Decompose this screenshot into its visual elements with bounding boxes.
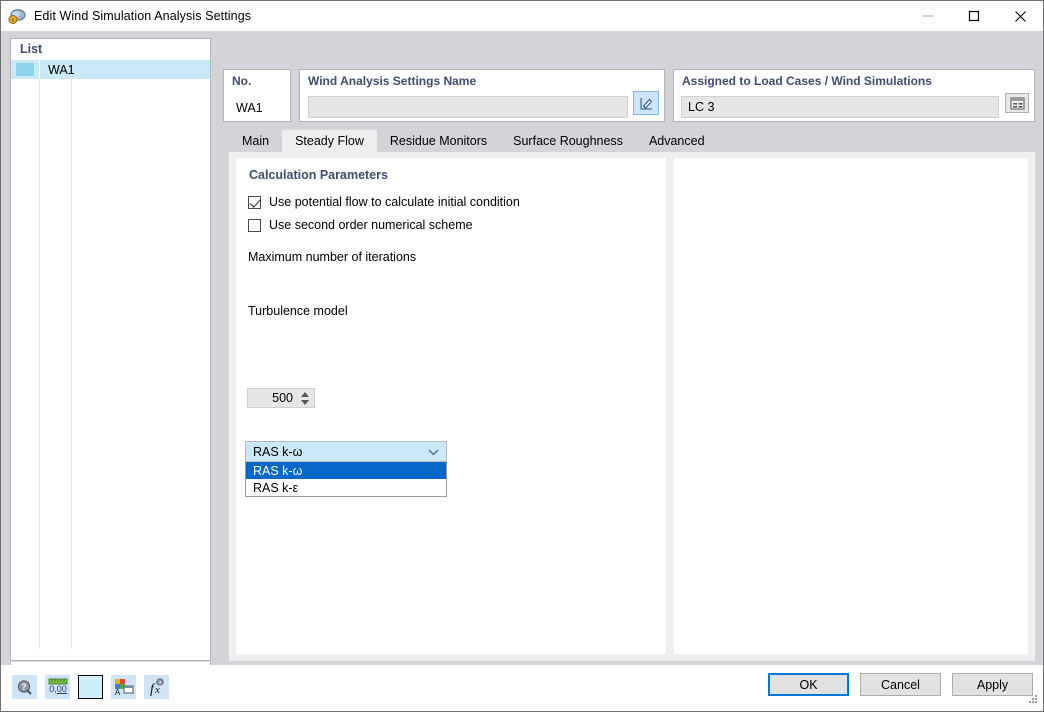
list-header: List [20, 42, 43, 56]
list-column-divider-1 [39, 79, 40, 649]
list-item[interactable]: WA1 [11, 60, 210, 79]
combo-option-ras-k-omega[interactable]: RAS k-ω [246, 462, 446, 479]
dialog-button-group: OK Cancel Apply [768, 673, 1033, 696]
calculation-parameters-pane: Calculation Parameters Use potential flo… [236, 158, 666, 654]
units-icon[interactable]: 0,00 [45, 675, 70, 699]
name-group: Wind Analysis Settings Name [299, 69, 665, 122]
checkbox-second-order[interactable]: Use second order numerical scheme [248, 218, 473, 232]
tab-strip: Main Steady Flow Residue Monitors Surfac… [229, 130, 1035, 152]
tab-page-steady-flow: Calculation Parameters Use potential flo… [229, 152, 1035, 661]
assigned-value[interactable]: LC 3 [681, 96, 999, 118]
formula-icon[interactable]: f x ? [144, 675, 169, 699]
tab-steady-flow[interactable]: Steady Flow [282, 130, 377, 152]
apply-button[interactable]: Apply [952, 673, 1033, 696]
checkbox-label: Use potential flow to calculate initial … [269, 195, 520, 209]
section-title: Calculation Parameters [249, 168, 388, 182]
checkbox-potential-flow[interactable]: Use potential flow to calculate initial … [248, 195, 520, 209]
cancel-button[interactable]: Cancel [860, 673, 941, 696]
color-swatch-icon [16, 63, 34, 76]
title-bar: 6 Edit Wind Simulation Analysis Settings [1, 1, 1043, 31]
window-controls [905, 1, 1043, 31]
table-select-icon[interactable] [1005, 93, 1029, 113]
svg-text:6: 6 [11, 18, 14, 24]
dialog-window: 6 Edit Wind Simulation Analysis Settings… [0, 0, 1044, 712]
checkbox-icon [248, 218, 261, 232]
svg-text:?: ? [159, 680, 162, 685]
tab-advanced[interactable]: Advanced [636, 130, 718, 152]
tab-main[interactable]: Main [229, 130, 282, 152]
list-rows: WA1 [11, 60, 210, 79]
turbulence-combo-head[interactable]: RAS k-ω [245, 441, 447, 462]
no-group: No. WA1 [223, 69, 291, 122]
svg-text:x: x [154, 684, 160, 696]
svg-text:A: A [114, 688, 120, 696]
svg-text:?: ? [22, 682, 27, 691]
iterations-label: Maximum number of iterations [248, 250, 417, 264]
bottom-bar: ? 0,00 A f x ? OK Cancel Apply [1, 665, 1043, 711]
tab-residue-monitors[interactable]: Residue Monitors [377, 130, 500, 152]
no-value: WA1 [229, 97, 287, 119]
list-panel: List WA1 [10, 38, 211, 661]
dialog-body: List WA1 No. WA1 Wind Analysis Settings … [1, 31, 1043, 711]
window-title: Edit Wind Simulation Analysis Settings [34, 9, 252, 23]
name-label: Wind Analysis Settings Name [308, 74, 477, 88]
pencil-edit-icon[interactable] [633, 91, 659, 115]
checkbox-icon [248, 195, 261, 209]
status-icon-group: ? 0,00 A f x ? [12, 675, 169, 699]
close-icon[interactable] [997, 1, 1043, 31]
spinner-arrows-icon[interactable] [298, 389, 314, 407]
color-swatch-icon[interactable] [78, 675, 103, 699]
wind-simulation-icon: 6 [8, 7, 26, 25]
assigned-group: Assigned to Load Cases / Wind Simulation… [673, 69, 1035, 122]
combo-option-ras-k-epsilon[interactable]: RAS k-ε [246, 479, 446, 496]
help-icon[interactable]: ? [12, 675, 37, 699]
turbulence-model-combo[interactable]: RAS k-ω RAS k-ω RAS k-ε [245, 441, 447, 497]
chevron-down-icon[interactable] [428, 445, 439, 459]
resize-grip-icon[interactable] [1027, 693, 1039, 708]
preview-pane [674, 158, 1028, 654]
tab-surface-roughness[interactable]: Surface Roughness [500, 130, 636, 152]
iterations-value: 500 [272, 391, 293, 405]
svg-text:0,00: 0,00 [49, 684, 67, 694]
assigned-label: Assigned to Load Cases / Wind Simulation… [682, 74, 932, 88]
name-input[interactable] [308, 96, 628, 118]
list-item-label: WA1 [48, 62, 75, 77]
turbulence-selected-value: RAS k-ω [253, 444, 303, 459]
checkbox-label: Use second order numerical scheme [269, 218, 473, 232]
turbulence-combo-list: RAS k-ω RAS k-ε [245, 462, 447, 497]
turbulence-label: Turbulence model [248, 304, 348, 318]
ok-button[interactable]: OK [768, 673, 849, 696]
list-column-divider-2 [71, 79, 72, 649]
maximize-icon[interactable] [951, 1, 997, 31]
minimize-icon[interactable] [905, 1, 951, 31]
display-properties-icon[interactable]: A [111, 675, 136, 699]
no-label: No. [232, 74, 252, 88]
iterations-stepper[interactable]: 500 [247, 388, 315, 408]
